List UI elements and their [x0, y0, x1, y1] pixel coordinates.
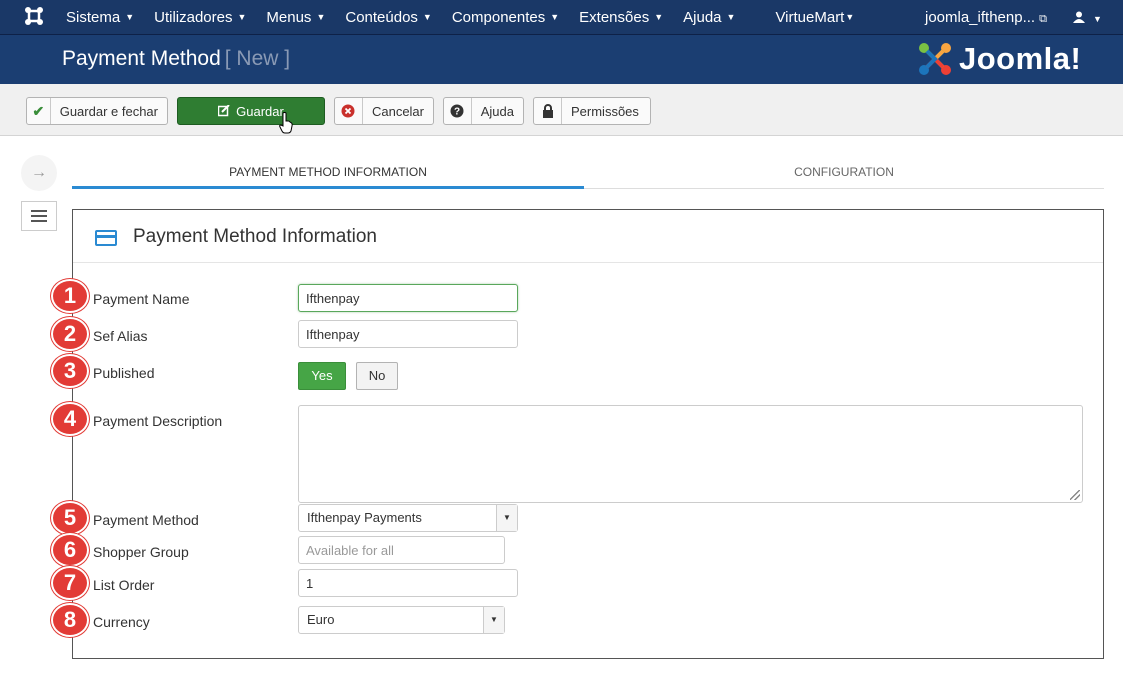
save-and-close-button[interactable]: ✔ Guardar e fechar — [26, 97, 168, 125]
currency-label: Currency — [93, 614, 150, 630]
shopper-group-label: Shopper Group — [93, 544, 189, 560]
page-header: Payment Method[ New ] Joomla! — [0, 35, 1123, 84]
caret-down-icon: ▼ — [422, 12, 432, 22]
payment-name-label: Payment Name — [93, 291, 190, 307]
payment-name-input[interactable] — [298, 284, 518, 312]
tab-configuration[interactable]: CONFIGURATION — [584, 158, 1104, 189]
hand-cursor-icon — [279, 112, 293, 134]
chevron-down-icon: ▼ — [496, 505, 517, 531]
joomla-icon[interactable] — [22, 6, 46, 28]
help-label: Ajuda — [480, 103, 514, 119]
panel-title: Payment Method Information — [133, 226, 377, 247]
panel-header: Payment Method Information — [73, 210, 1103, 263]
number-badge: 1 — [51, 279, 89, 313]
help-button[interactable]: ? Ajuda — [443, 97, 524, 125]
menu-utilizadores[interactable]: Utilizadores ▼ — [144, 0, 256, 35]
menu-conteudos[interactable]: Conteúdos ▼ — [335, 0, 441, 35]
save-and-close-label: Guardar e fechar — [59, 103, 158, 119]
page-title-text: Payment Method — [62, 47, 221, 70]
number-badge: 6 — [51, 533, 89, 567]
joomla-logo-text: Joomla! — [959, 41, 1082, 76]
menu-extensoes[interactable]: Extensões ▼ — [569, 0, 673, 35]
permissions-button[interactable]: Permissões — [533, 97, 651, 125]
payment-description-label: Payment Description — [93, 413, 223, 429]
site-link[interactable]: joomla_ifthenp... ⧉ — [925, 0, 1047, 37]
edit-icon — [218, 98, 230, 124]
number-badge: 7 — [51, 566, 89, 600]
tab-bar: PAYMENT METHOD INFORMATION CONFIGURATION — [72, 158, 1104, 189]
external-link-icon: ⧉ — [1039, 13, 1047, 25]
menu-label: Ajuda — [683, 9, 722, 26]
caret-down-icon: ▼ — [654, 12, 664, 22]
menu-componentes[interactable]: Componentes ▼ — [442, 0, 569, 35]
menu-ajuda[interactable]: Ajuda ▼ — [673, 0, 745, 35]
menu-sistema[interactable]: Sistema ▼ — [56, 0, 144, 35]
shopper-group-input[interactable] — [298, 536, 505, 564]
payment-description-textarea[interactable] — [298, 405, 1083, 503]
currency-value: Euro — [307, 612, 335, 627]
caret-down-icon: ▼ — [1093, 14, 1102, 24]
menu-label: Conteúdos — [345, 9, 418, 26]
menu-label: Extensões — [579, 9, 650, 26]
sef-alias-label: Sef Alias — [93, 328, 148, 344]
payment-method-select[interactable]: Ifthenpay Payments ▼ — [298, 504, 518, 532]
chevron-down-icon: ▼ — [483, 607, 504, 633]
caret-down-icon: ▼ — [845, 12, 855, 22]
menu-label: VirtueMart — [775, 9, 845, 26]
credit-card-icon — [95, 230, 117, 246]
menu-label: Sistema — [66, 9, 121, 26]
page-subtitle: [ New ] — [224, 47, 291, 70]
menu-label: Menus — [266, 9, 312, 26]
question-icon: ? — [444, 98, 472, 124]
user-icon — [1073, 11, 1085, 23]
caret-down-icon: ▼ — [316, 12, 326, 22]
menu-virtuemart[interactable]: VirtueMart▼ — [765, 0, 864, 35]
caret-down-icon: ▼ — [550, 12, 560, 22]
cancel-label: Cancelar — [371, 103, 424, 119]
save-label: Guardar — [236, 103, 284, 119]
number-badge: 2 — [51, 317, 89, 351]
caret-down-icon: ▼ — [237, 12, 247, 22]
published-yes-button[interactable]: Yes — [298, 362, 346, 390]
menu-menus[interactable]: Menus ▼ — [256, 0, 335, 35]
list-order-label: List Order — [93, 577, 155, 593]
top-navbar: Sistema ▼ Utilizadores ▼ Menus ▼ Conteúdos ▼… — [0, 0, 1123, 35]
number-badge: 5 — [51, 501, 89, 535]
joomla-logo-icon — [919, 43, 951, 75]
currency-select[interactable]: Euro ▼ — [298, 606, 505, 634]
payment-description-wrapper — [298, 405, 1083, 503]
payment-method-label: Payment Method — [93, 512, 199, 528]
number-badge: 8 — [51, 603, 89, 637]
resize-handle-icon[interactable] — [1070, 490, 1080, 500]
page-title: Payment Method[ New ] — [62, 45, 290, 73]
permissions-label: Permissões — [571, 103, 639, 119]
cancel-icon — [335, 98, 363, 124]
joomla-logo: Joomla! — [917, 39, 1081, 79]
caret-down-icon: ▼ — [125, 12, 135, 22]
toolbar: ✔ Guardar e fechar Guardar Cancelar ? Aj… — [0, 84, 1123, 136]
sef-alias-input[interactable] — [298, 320, 518, 348]
arrow-right-icon[interactable]: → — [21, 155, 57, 191]
tab-payment-method-information[interactable]: PAYMENT METHOD INFORMATION — [72, 158, 584, 189]
menu-label: Componentes — [451, 9, 546, 26]
number-badge: 4 — [51, 402, 89, 436]
svg-text:?: ? — [454, 107, 460, 118]
caret-down-icon: ▼ — [726, 12, 736, 22]
list-order-input[interactable] — [298, 569, 518, 597]
main-menu: Sistema ▼ Utilizadores ▼ Menus ▼ Conteúdos ▼… — [56, 0, 864, 35]
payment-method-value: Ifthenpay Payments — [307, 510, 422, 525]
number-badge: 3 — [51, 354, 89, 388]
site-link-label: joomla_ifthenp... — [925, 9, 1036, 26]
check-icon: ✔ — [27, 98, 51, 124]
menu-label: Utilizadores — [154, 9, 233, 26]
user-menu[interactable]: ▼ — [1073, 0, 1102, 37]
save-button[interactable]: Guardar — [177, 97, 325, 125]
published-label: Published — [93, 365, 155, 381]
lock-icon — [534, 98, 562, 124]
published-no-button[interactable]: No — [356, 362, 398, 390]
hamburger-menu-icon[interactable] — [21, 201, 57, 231]
cancel-button[interactable]: Cancelar — [334, 97, 434, 125]
